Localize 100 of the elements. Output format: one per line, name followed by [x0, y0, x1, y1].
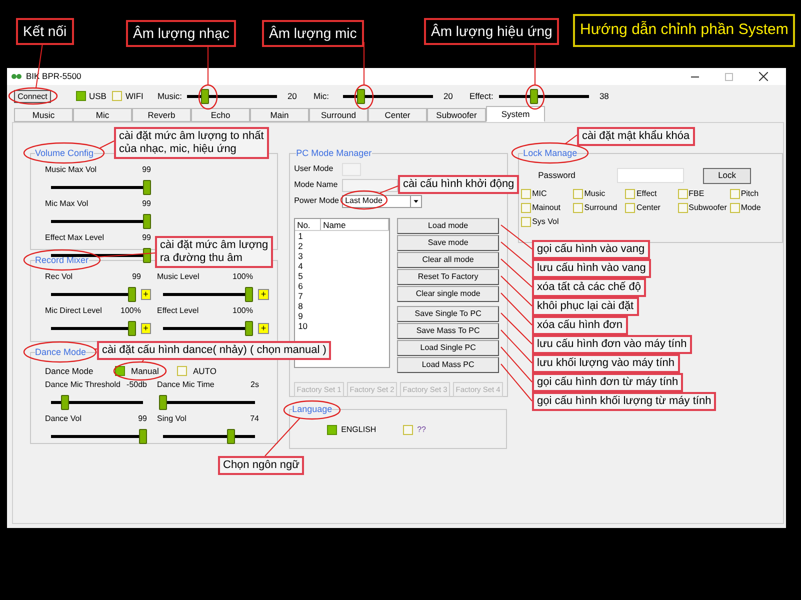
table-cell-text: 7	[297, 291, 304, 301]
slider-value: 99	[142, 164, 151, 176]
group-title: Dance Mode	[35, 346, 86, 358]
tab[interactable]: Music	[14, 108, 73, 122]
annotation-label: xóa cấu hình đơn	[532, 316, 628, 335]
slider-thumb[interactable]	[245, 320, 253, 336]
lock-checkbox[interactable]	[730, 188, 740, 198]
tab[interactable]: Main	[250, 108, 309, 122]
slider-label: Dance Vol	[45, 413, 82, 425]
mode-button[interactable]: Save mode	[397, 235, 500, 251]
annotation-label: cài đặt cấu hình dance( nhảy) ( chọn manual )	[97, 341, 332, 360]
highlight-ellipse	[354, 84, 374, 110]
leader-line	[96, 252, 156, 258]
mode-button[interactable]: Save Mass To PC	[397, 323, 500, 339]
slider-thumb[interactable]	[245, 286, 253, 302]
mode-label: Dance Mode	[45, 364, 94, 378]
guide-title: Hướng dẫn chỉnh phần System	[573, 14, 796, 46]
power-mode-dropdown[interactable]: Last Mode	[342, 194, 422, 208]
slider-thumb[interactable]	[530, 88, 538, 104]
field-label: Mode Name	[294, 179, 339, 191]
lock-checkbox[interactable]	[521, 202, 532, 212]
option-label: AUTO	[193, 364, 216, 378]
annotation-label: cài đặt mật khẩu khóa	[577, 127, 695, 146]
plus-button[interactable]: +	[140, 322, 151, 334]
tab[interactable]: Echo	[191, 108, 250, 122]
lock-checkbox[interactable]	[573, 188, 584, 198]
tab[interactable]: Center	[368, 108, 427, 122]
slider-label: Music Level	[157, 271, 200, 283]
option-label: Effect	[636, 188, 657, 200]
slider-thumb[interactable]	[128, 286, 136, 302]
slider-label: Effect Level	[157, 305, 199, 317]
annotation-label: xóa tất cả các chế độ	[532, 278, 646, 297]
mode-button[interactable]: Load mode	[397, 218, 500, 234]
close-icon[interactable]	[759, 72, 768, 81]
language-option[interactable]	[327, 425, 338, 435]
lock-checkbox[interactable]	[678, 188, 688, 198]
lock-checkbox[interactable]	[625, 188, 636, 198]
table-cell-text: 3	[297, 251, 304, 261]
slider-value: 99	[142, 198, 151, 210]
mode-button[interactable]: Clear single mode	[397, 286, 500, 302]
tab[interactable]: Subwoofer	[427, 108, 486, 122]
slider-thumb[interactable]	[201, 88, 210, 104]
mode-button[interactable]: Clear all mode	[397, 252, 500, 268]
mode-button[interactable]: Reset To Factory	[397, 269, 500, 285]
lock-checkbox[interactable]	[625, 202, 636, 212]
password-field[interactable]	[617, 168, 684, 183]
group-title: Lock Manage	[523, 147, 578, 159]
leader-line	[500, 258, 533, 288]
lock-checkbox[interactable]	[678, 202, 688, 212]
annotation-label: cài đặt mức âm lượng to nhất của nhạc, mic, hiệu ứng	[114, 127, 269, 159]
annotation-label: cài cấu hình khởi động	[398, 175, 520, 194]
leader-line	[500, 329, 533, 364]
field-label: User Mode	[294, 163, 334, 175]
highlight-ellipse	[8, 87, 58, 105]
leader-line	[264, 417, 301, 457]
option-label: Surround	[584, 202, 618, 214]
slider-thumb[interactable]	[60, 394, 69, 410]
connection-checkbox[interactable]	[112, 91, 122, 101]
annotation-label: gọi cấu hình vào vang	[532, 240, 650, 259]
highlight-ellipse	[283, 400, 341, 420]
plus-button[interactable]: +	[258, 322, 269, 334]
lock-checkbox[interactable]	[730, 202, 740, 212]
mode-button[interactable]: Save Single To PC	[397, 306, 500, 322]
table-cell-text: 10	[297, 321, 309, 331]
tab[interactable]: System	[486, 106, 545, 122]
tab[interactable]: Reverb	[132, 108, 191, 122]
lock-checkbox[interactable]	[573, 202, 584, 212]
tab[interactable]: Mic	[73, 108, 132, 122]
option-label: ENGLISH	[341, 424, 376, 436]
lock-checkbox[interactable]	[521, 216, 532, 226]
radio-option[interactable]	[177, 366, 187, 376]
slider-value: 2s	[250, 379, 259, 391]
lock-button[interactable]: Lock	[703, 168, 752, 184]
option-label: Sys Vol	[532, 216, 559, 228]
slider-value: 74	[250, 413, 259, 425]
connection-checkbox[interactable]	[76, 91, 86, 101]
mode-button[interactable]: Load Mass PC	[397, 357, 500, 373]
table-cell-text: 9	[297, 311, 304, 321]
slider-label: Sing Vol	[157, 413, 186, 425]
tab[interactable]: Surround	[309, 108, 368, 122]
slider-thumb[interactable]	[143, 180, 151, 194]
slider-thumb[interactable]	[139, 428, 147, 444]
lock-checkbox[interactable]	[521, 188, 532, 198]
slider-thumb[interactable]	[128, 320, 136, 336]
mode-button[interactable]: Load Single PC	[397, 340, 500, 356]
leader-line	[564, 134, 578, 145]
slider-thumb[interactable]	[143, 214, 151, 228]
input-field[interactable]	[342, 178, 398, 192]
connection-label: USB	[89, 90, 106, 102]
slider-thumb[interactable]	[357, 88, 366, 104]
connect-button[interactable]: Connect	[14, 90, 51, 102]
maximize-icon[interactable]	[725, 72, 733, 80]
group-title: Volume Config	[35, 147, 94, 159]
slider-thumb[interactable]	[159, 394, 167, 410]
slider-label: Effect Max Level	[45, 232, 104, 244]
slider-thumb[interactable]	[227, 428, 236, 444]
language-option[interactable]	[403, 425, 414, 435]
plus-button[interactable]: +	[140, 288, 151, 300]
slider-thumb[interactable]	[143, 248, 151, 262]
plus-button[interactable]: +	[258, 288, 269, 300]
